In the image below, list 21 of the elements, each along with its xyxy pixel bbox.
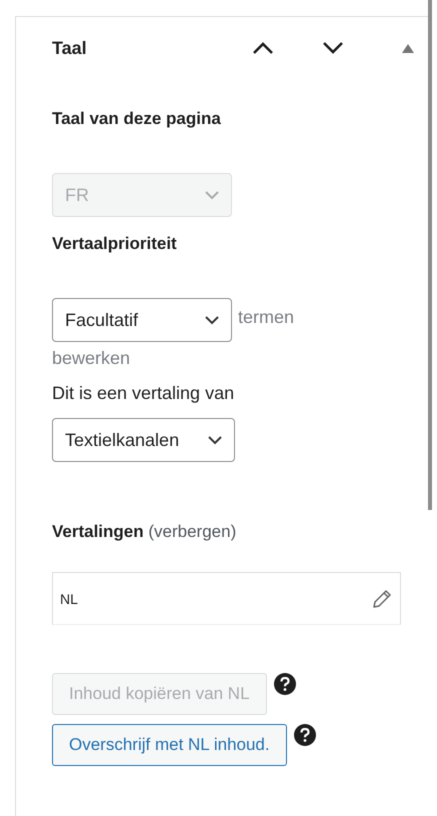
chevron-down-icon [205,190,219,200]
action-button[interactable]: Overschrijf met NL inhoud. [52,724,287,766]
chevron-down-icon [208,436,222,444]
help-icon[interactable] [294,724,316,746]
chevron-up-icon[interactable] [252,41,274,55]
chevron-down-icon [205,316,219,324]
chevron-down-icon[interactable] [322,41,344,55]
help-icon[interactable] [274,673,296,695]
priority-select[interactable]: Facultatif [52,298,232,342]
translation-source-select[interactable]: Textielkanalen [52,418,235,462]
panel-title: Taal [52,38,88,58]
field-label: Vertaalprioriteit [52,234,178,254]
language-code: NL [60,590,78,606]
edit-terms-link[interactable]: bewerken [52,348,130,368]
field-label: Dit is een vertaling van [52,383,236,404]
section-title: Vertalingen [52,522,144,541]
edit-terms-link[interactable]: termen [238,307,294,328]
pencil-icon[interactable] [372,588,392,608]
triangle-icon[interactable] [402,44,414,52]
hide-link[interactable]: (verbergen) [148,522,236,541]
field-label: Taal van deze pagina [52,109,222,129]
